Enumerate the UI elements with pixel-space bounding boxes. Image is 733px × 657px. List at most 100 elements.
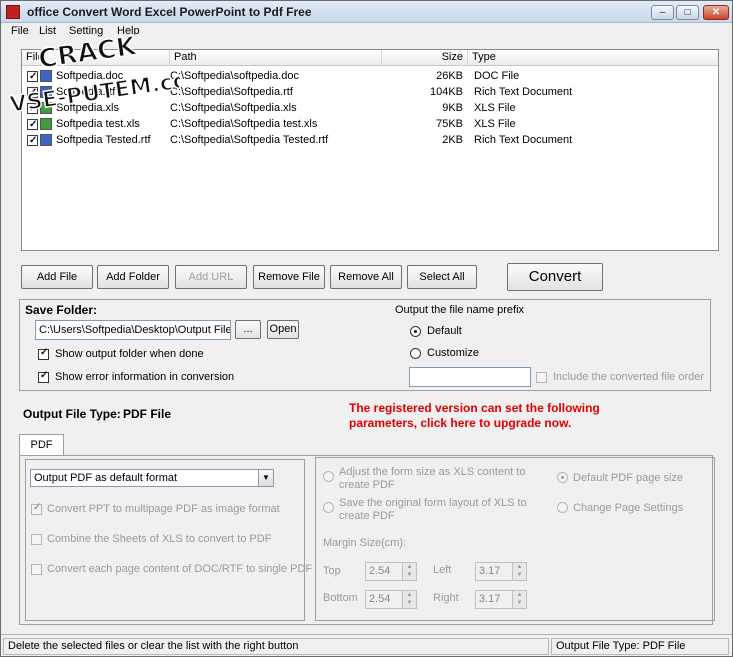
spin-arrows-icon[interactable]: ▲ ▼ — [512, 591, 526, 608]
include-order-checkbox[interactable] — [536, 372, 547, 383]
convert-button[interactable]: Convert — [507, 263, 603, 291]
file-path: C:\Softpedia\Softpedia.rtf — [170, 86, 293, 98]
file-row[interactable]: Softpedia test.xls C:\Softpedia\Softpedi… — [22, 116, 718, 133]
margin-left-value: 3.17 — [479, 565, 501, 577]
file-row[interactable]: Softpedia.rtf C:\Softpedia\Softpedia.rtf… — [22, 84, 718, 101]
margin-left-stepper[interactable]: 3.17 ▲ ▼ — [475, 562, 527, 581]
status-hint: Delete the selected files or clear the l… — [3, 638, 549, 655]
add-file-button[interactable]: Add File — [21, 265, 93, 289]
column-header-size[interactable]: Size — [382, 50, 468, 66]
margin-right-value: 3.17 — [479, 593, 501, 605]
status-bar: Delete the selected files or clear the l… — [1, 634, 732, 656]
output-type-label: Output File Type: — [23, 407, 121, 421]
spin-arrows-icon[interactable]: ▲ ▼ — [402, 591, 416, 608]
file-row[interactable]: Softpedia.xls C:\Softpedia\Softpedia.xls… — [22, 100, 718, 117]
change-page-settings-label: Change Page Settings — [573, 502, 684, 514]
upgrade-line-2: parameters, click here to upgrade now. — [349, 416, 572, 430]
file-row-checkbox[interactable] — [27, 85, 38, 101]
combine-sheets-checkbox[interactable] — [31, 534, 42, 545]
prefix-default-label: Default — [427, 325, 462, 337]
default-page-size-radio[interactable] — [557, 472, 568, 483]
convert-ppt-checkbox[interactable] — [31, 502, 42, 515]
file-size: 75KB — [436, 118, 463, 130]
convert-each-page-label: Convert each page content of DOC/RTF to … — [47, 563, 313, 575]
save-folder-label: Save Folder: — [25, 303, 98, 317]
output-type-value: PDF File — [123, 407, 172, 421]
app-icon — [6, 5, 20, 19]
file-type: Rich Text Document — [474, 86, 573, 98]
close-button[interactable]: ✕ — [703, 5, 729, 20]
include-order-label: Include the converted file order — [553, 371, 705, 383]
file-row-checkbox[interactable] — [27, 101, 38, 117]
file-size: 26KB — [436, 70, 463, 82]
file-path: C:\Softpedia\Softpedia test.xls — [170, 118, 318, 130]
file-path: C:\Softpedia\Softpedia Tested.rtf — [170, 134, 329, 146]
column-header-file[interactable]: File — [22, 50, 170, 66]
prefix-input[interactable] — [409, 367, 531, 387]
menu-list[interactable]: List — [39, 25, 56, 37]
pdf-format-value: Output PDF as default format — [34, 472, 178, 484]
remove-all-button[interactable]: Remove All — [330, 265, 402, 289]
menu-setting[interactable]: Setting — [69, 25, 103, 37]
upgrade-link[interactable]: The registered version can set the follo… — [349, 401, 600, 431]
spin-arrows-icon[interactable]: ▲ ▼ — [402, 563, 416, 580]
file-name: Softpedia.doc — [56, 70, 124, 82]
file-row[interactable]: Softpedia.doc C:\Softpedia\softpedia.doc… — [22, 68, 718, 85]
open-folder-button[interactable]: Open — [267, 320, 299, 339]
save-layout-radio[interactable] — [323, 502, 334, 513]
margin-bottom-label: Bottom — [323, 592, 358, 604]
margin-left-label: Left — [433, 564, 452, 576]
file-type: Rich Text Document — [474, 134, 573, 146]
pdf-format-select[interactable]: Output PDF as default format ▼ — [30, 469, 274, 487]
spin-arrows-icon[interactable]: ▲ ▼ — [512, 563, 526, 580]
show-error-info-checkbox[interactable] — [38, 370, 49, 383]
margin-top-stepper[interactable]: 2.54 ▲ ▼ — [365, 562, 417, 581]
menu-bar: File List Setting Help — [1, 23, 732, 39]
adjust-form-label-2: create PDF — [339, 479, 395, 491]
margin-right-stepper[interactable]: 3.17 ▲ ▼ — [475, 590, 527, 609]
add-url-button[interactable]: Add URL — [175, 265, 247, 289]
file-size: 9KB — [442, 102, 463, 114]
file-row[interactable]: Softpedia Tested.rtf C:\Softpedia\Softpe… — [22, 132, 718, 149]
chevron-down-icon[interactable]: ▼ — [258, 470, 273, 486]
convert-each-page-checkbox[interactable] — [31, 564, 42, 575]
browse-folder-button[interactable]: ... — [235, 320, 261, 339]
adjust-form-radio[interactable] — [323, 471, 334, 482]
maximize-icon: □ — [684, 7, 691, 18]
save-layout-label-2: create PDF — [339, 510, 395, 522]
show-error-info-label: Show error information in conversion — [55, 371, 235, 383]
minimize-icon: – — [659, 7, 666, 18]
file-path: C:\Softpedia\softpedia.doc — [170, 70, 300, 82]
save-folder-input[interactable]: C:\Users\Softpedia\Desktop\Output Files — [35, 320, 231, 340]
show-output-folder-label: Show output folder when done — [55, 348, 204, 360]
column-header-path[interactable]: Path — [170, 50, 382, 66]
file-row-checkbox[interactable] — [27, 133, 38, 149]
show-output-folder-checkbox[interactable] — [38, 347, 49, 360]
file-row-checkbox[interactable] — [27, 69, 38, 85]
file-path: C:\Softpedia\Softpedia.xls — [170, 102, 297, 114]
margin-right-label: Right — [433, 592, 459, 604]
menu-help[interactable]: Help — [117, 25, 140, 37]
app-window: office Convert Word Excel PowerPoint to … — [0, 0, 733, 657]
title-bar[interactable]: office Convert Word Excel PowerPoint to … — [1, 1, 732, 23]
select-all-button[interactable]: Select All — [407, 265, 477, 289]
file-row-checkbox[interactable] — [27, 117, 38, 133]
margin-bottom-stepper[interactable]: 2.54 ▲ ▼ — [365, 590, 417, 609]
minimize-button[interactable]: – — [651, 5, 674, 20]
excel-file-icon — [40, 102, 52, 114]
tab-pdf[interactable]: PDF — [19, 434, 64, 456]
rtf-file-icon — [40, 134, 52, 146]
add-folder-button[interactable]: Add Folder — [97, 265, 169, 289]
column-header-type[interactable]: Type — [468, 50, 718, 66]
change-page-settings-radio[interactable] — [557, 502, 568, 513]
file-type: DOC File — [474, 70, 520, 82]
default-page-size-label: Default PDF page size — [573, 472, 684, 484]
remove-file-button[interactable]: Remove File — [253, 265, 325, 289]
prefix-default-radio[interactable] — [410, 326, 421, 337]
menu-file[interactable]: File — [11, 25, 29, 37]
prefix-customize-radio[interactable] — [410, 348, 421, 359]
file-name: Softpedia.xls — [56, 102, 119, 114]
word-file-icon — [40, 70, 52, 82]
maximize-button[interactable]: □ — [676, 5, 699, 20]
file-list[interactable]: File Path Size Type Softpedia.doc C:\Sof… — [21, 49, 719, 251]
